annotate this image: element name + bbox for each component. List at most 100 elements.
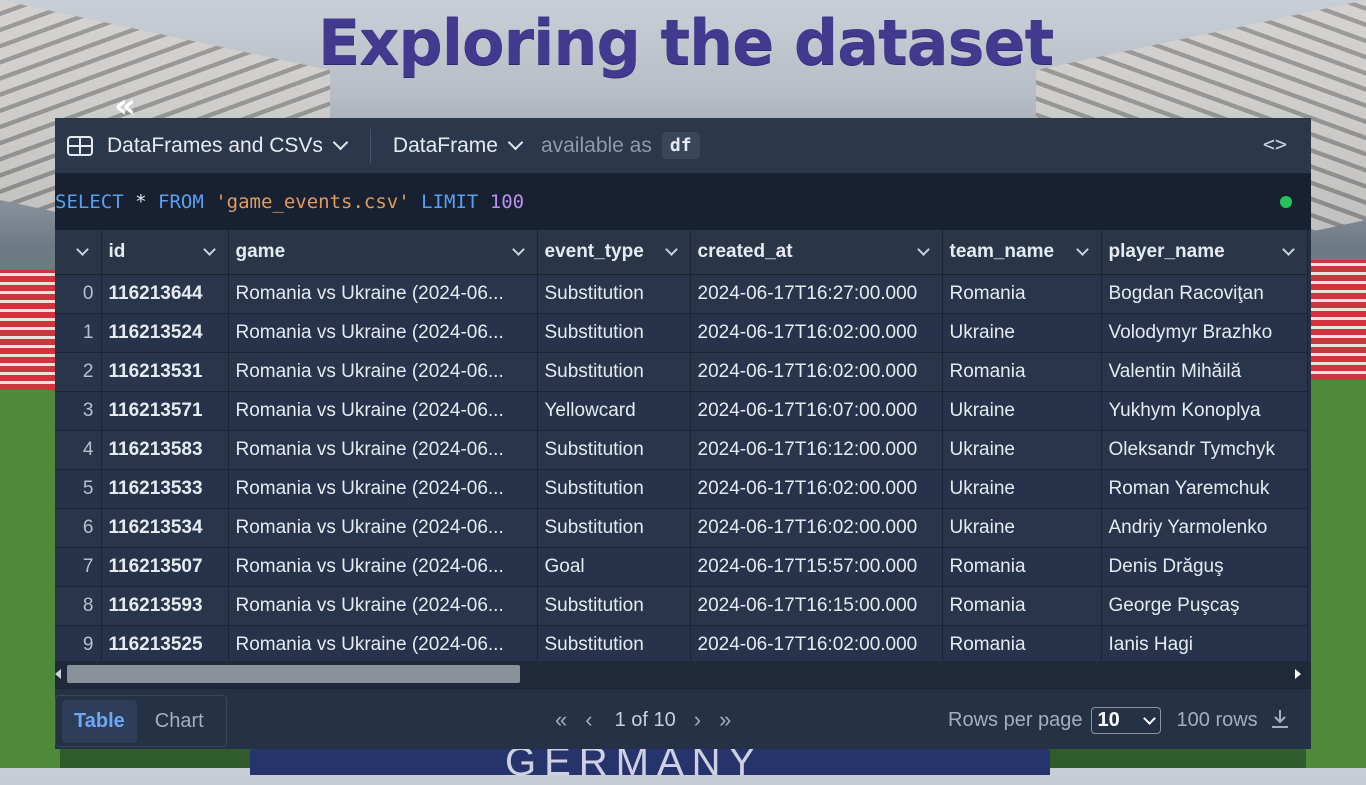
- output-type-dropdown[interactable]: DataFrame: [393, 134, 524, 158]
- cell-team-name: Romania: [942, 274, 1102, 314]
- table-row[interactable]: 0 116213644 Romania vs Ukraine (2024-06...…: [55, 274, 1308, 314]
- column-header-created-at[interactable]: created_at: [690, 230, 943, 275]
- cell-created-at: 2024-06-17T16:15:00.000: [690, 586, 943, 626]
- dataframe-panel: DataFrames and CSVs DataFrame available …: [55, 118, 1311, 749]
- cell-created-at: 2024-06-17T16:02:00.000: [690, 625, 943, 665]
- scroll-left-icon[interactable]: [55, 669, 61, 679]
- column-header-label: event_type: [544, 241, 644, 262]
- cell-id: 116213644: [101, 274, 229, 314]
- rows-per-page-value: 10: [1097, 709, 1120, 731]
- pitch-right: [1306, 380, 1366, 768]
- cell-team-name: Ukraine: [942, 508, 1102, 548]
- sql-query-editor[interactable]: SELECT * FROM 'game_events.csv' LIMIT 10…: [55, 174, 1311, 230]
- chevron-down-icon: [202, 243, 216, 256]
- chevron-down-icon: [1075, 243, 1089, 256]
- column-header-event-type[interactable]: event_type: [537, 230, 691, 275]
- cell-index: 2: [55, 352, 102, 392]
- pitch-left: [0, 390, 60, 768]
- cell-game: Romania vs Ukraine (2024-06...: [228, 469, 538, 509]
- cell-event-type: Substitution: [537, 625, 691, 665]
- cell-event-type: Substitution: [537, 313, 691, 353]
- previous-page-icon[interactable]: ‹: [585, 707, 592, 733]
- cell-game: Romania vs Ukraine (2024-06...: [228, 430, 538, 470]
- table-row[interactable]: 6 116213534 Romania vs Ukraine (2024-06...…: [55, 508, 1308, 548]
- table-row[interactable]: 7 116213507 Romania vs Ukraine (2024-06...…: [55, 547, 1308, 587]
- cell-event-type: Substitution: [537, 274, 691, 314]
- column-header-player-name[interactable]: player_name: [1101, 230, 1308, 275]
- column-header-id[interactable]: id: [101, 230, 229, 275]
- variable-name-badge[interactable]: df: [661, 132, 700, 159]
- rows-per-page-select[interactable]: 10: [1090, 707, 1161, 734]
- stadium-stands-left: [0, 270, 60, 390]
- code-toggle-icon[interactable]: <>: [1263, 132, 1287, 156]
- cell-index: 8: [55, 586, 102, 626]
- cell-team-name: Romania: [942, 352, 1102, 392]
- cell-player-name: Denis Drăguş: [1101, 547, 1308, 587]
- cell-event-type: Substitution: [537, 586, 691, 626]
- cell-id: 116213524: [101, 313, 229, 353]
- scroll-right-icon[interactable]: [1295, 669, 1301, 679]
- column-header-label: id: [108, 241, 126, 262]
- table-row[interactable]: 2 116213531 Romania vs Ukraine (2024-06...…: [55, 352, 1308, 392]
- cell-index: 9: [55, 625, 102, 665]
- horizontal-scrollbar[interactable]: [55, 661, 1311, 688]
- chevron-down-icon: [1142, 712, 1156, 725]
- cell-event-type: Yellowcard: [537, 391, 691, 431]
- cell-id: 116213531: [101, 352, 229, 392]
- chevron-down-icon: [332, 134, 349, 151]
- table-row[interactable]: 8 116213593 Romania vs Ukraine (2024-06...…: [55, 586, 1308, 626]
- cell-game: Romania vs Ukraine (2024-06...: [228, 508, 538, 548]
- cell-created-at: 2024-06-17T16:02:00.000: [690, 469, 943, 509]
- row-count: 100 rows: [1176, 709, 1258, 731]
- sql-keyword-from: FROM: [158, 191, 204, 213]
- column-header-game[interactable]: game: [228, 230, 538, 275]
- cell-team-name: Ukraine: [942, 391, 1102, 431]
- cell-game: Romania vs Ukraine (2024-06...: [228, 586, 538, 626]
- cell-id: 116213525: [101, 625, 229, 665]
- index-column-header[interactable]: [55, 230, 102, 275]
- tab-chart[interactable]: Chart: [143, 700, 216, 743]
- query-status-indicator: [1280, 196, 1292, 208]
- source-dropdown[interactable]: DataFrames and CSVs: [107, 133, 349, 158]
- scrollbar-thumb[interactable]: [67, 665, 520, 683]
- cell-id: 116213593: [101, 586, 229, 626]
- pagination: « ‹ 1 of 10 › »: [555, 707, 749, 733]
- first-page-icon[interactable]: «: [555, 707, 567, 733]
- column-header-label: team_name: [949, 241, 1055, 262]
- sql-limit-value: 100: [489, 191, 525, 213]
- cell-team-name: Ukraine: [942, 313, 1102, 353]
- cell-created-at: 2024-06-17T16:07:00.000: [690, 391, 943, 431]
- table-row[interactable]: 4 116213583 Romania vs Ukraine (2024-06...…: [55, 430, 1308, 470]
- cell-player-name: Andriy Yarmolenko: [1101, 508, 1308, 548]
- column-header-team-name[interactable]: team_name: [942, 230, 1102, 275]
- cell-created-at: 2024-06-17T15:57:00.000: [690, 547, 943, 587]
- table-row[interactable]: 1 116213524 Romania vs Ukraine (2024-06...…: [55, 313, 1308, 353]
- cell-created-at: 2024-06-17T16:02:00.000: [690, 508, 943, 548]
- next-page-icon[interactable]: ›: [694, 707, 701, 733]
- chevron-down-icon: [664, 243, 678, 256]
- download-icon[interactable]: [1271, 709, 1289, 729]
- source-dropdown-label: DataFrames and CSVs: [107, 133, 323, 157]
- cell-game: Romania vs Ukraine (2024-06...: [228, 625, 538, 665]
- last-page-icon[interactable]: »: [719, 707, 731, 733]
- available-as-label: available as: [540, 133, 652, 157]
- sql-keyword-select: SELECT: [55, 191, 124, 213]
- view-tabs: Table Chart: [55, 695, 227, 747]
- tab-table[interactable]: Table: [62, 699, 137, 743]
- table-row[interactable]: 3 116213571 Romania vs Ukraine (2024-06...…: [55, 391, 1308, 431]
- column-header-label: game: [235, 241, 286, 262]
- cell-event-type: Substitution: [537, 508, 691, 548]
- chevron-down-icon: [1281, 243, 1295, 256]
- table-row[interactable]: 5 116213533 Romania vs Ukraine (2024-06...…: [55, 469, 1308, 509]
- sql-keyword-limit: LIMIT: [421, 191, 479, 213]
- chevron-down-icon: [507, 134, 524, 151]
- cell-id: 116213534: [101, 508, 229, 548]
- toolbar-divider: [369, 128, 371, 163]
- table-row[interactable]: 9 116213525 Romania vs Ukraine (2024-06...…: [55, 625, 1308, 665]
- data-table: id game event_type created_at team_name playe…: [55, 230, 1308, 665]
- cell-player-name: Roman Yaremchuk: [1101, 469, 1308, 509]
- cell-event-type: Substitution: [537, 352, 691, 392]
- page-indicator: 1 of 10: [614, 708, 676, 731]
- cell-player-name: Ianis Hagi: [1101, 625, 1308, 665]
- cell-game: Romania vs Ukraine (2024-06...: [228, 352, 538, 392]
